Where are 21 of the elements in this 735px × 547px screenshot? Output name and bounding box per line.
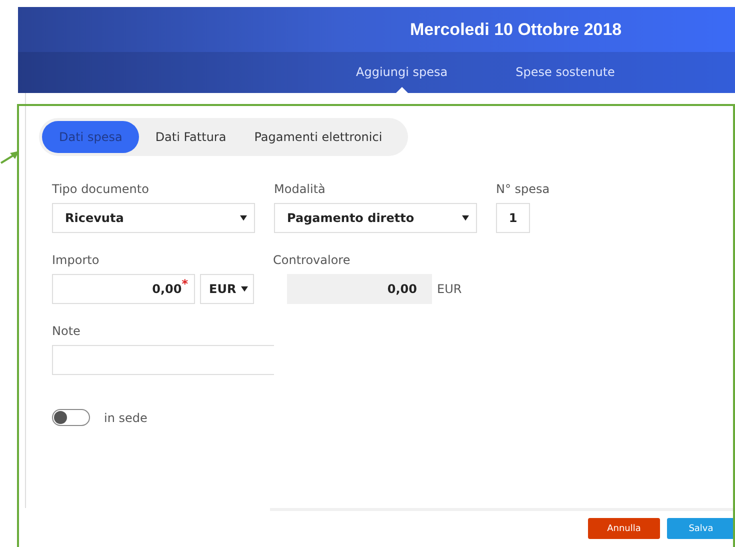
section-tab[interactable]: Dati Fattura [143, 121, 238, 153]
field-label: Controvalore [273, 253, 352, 268]
section-tab[interactable]: Pagamenti elettronici [242, 121, 394, 153]
toggle-label: in sede [104, 410, 148, 424]
field-label: Note [52, 324, 82, 339]
nav-tab[interactable]: Aggiungi spesa [356, 52, 448, 93]
cancel-button[interactable]: Annulla [588, 518, 660, 539]
page-title: Mercoledi 10 Ottobre 2018 [409, 18, 623, 40]
input-field[interactable]: 0,00* [52, 274, 195, 304]
field-label: Importo [52, 253, 100, 268]
field-label: Modalità [274, 182, 326, 197]
readonly-field: 0,00 [287, 274, 432, 304]
input-field[interactable]: 1 [496, 203, 530, 233]
field-label: N° spesa [496, 182, 550, 197]
field-label: Tipo documento [52, 182, 150, 197]
required-mark: * [182, 277, 188, 291]
dropdown[interactable]: EUR [200, 274, 254, 304]
currency-label: EUR [437, 282, 462, 296]
dropdown[interactable]: Ricevuta [52, 203, 255, 233]
nav-tab[interactable]: Spese sostenute [516, 52, 615, 93]
dropdown[interactable]: Pagamento diretto [274, 203, 477, 233]
